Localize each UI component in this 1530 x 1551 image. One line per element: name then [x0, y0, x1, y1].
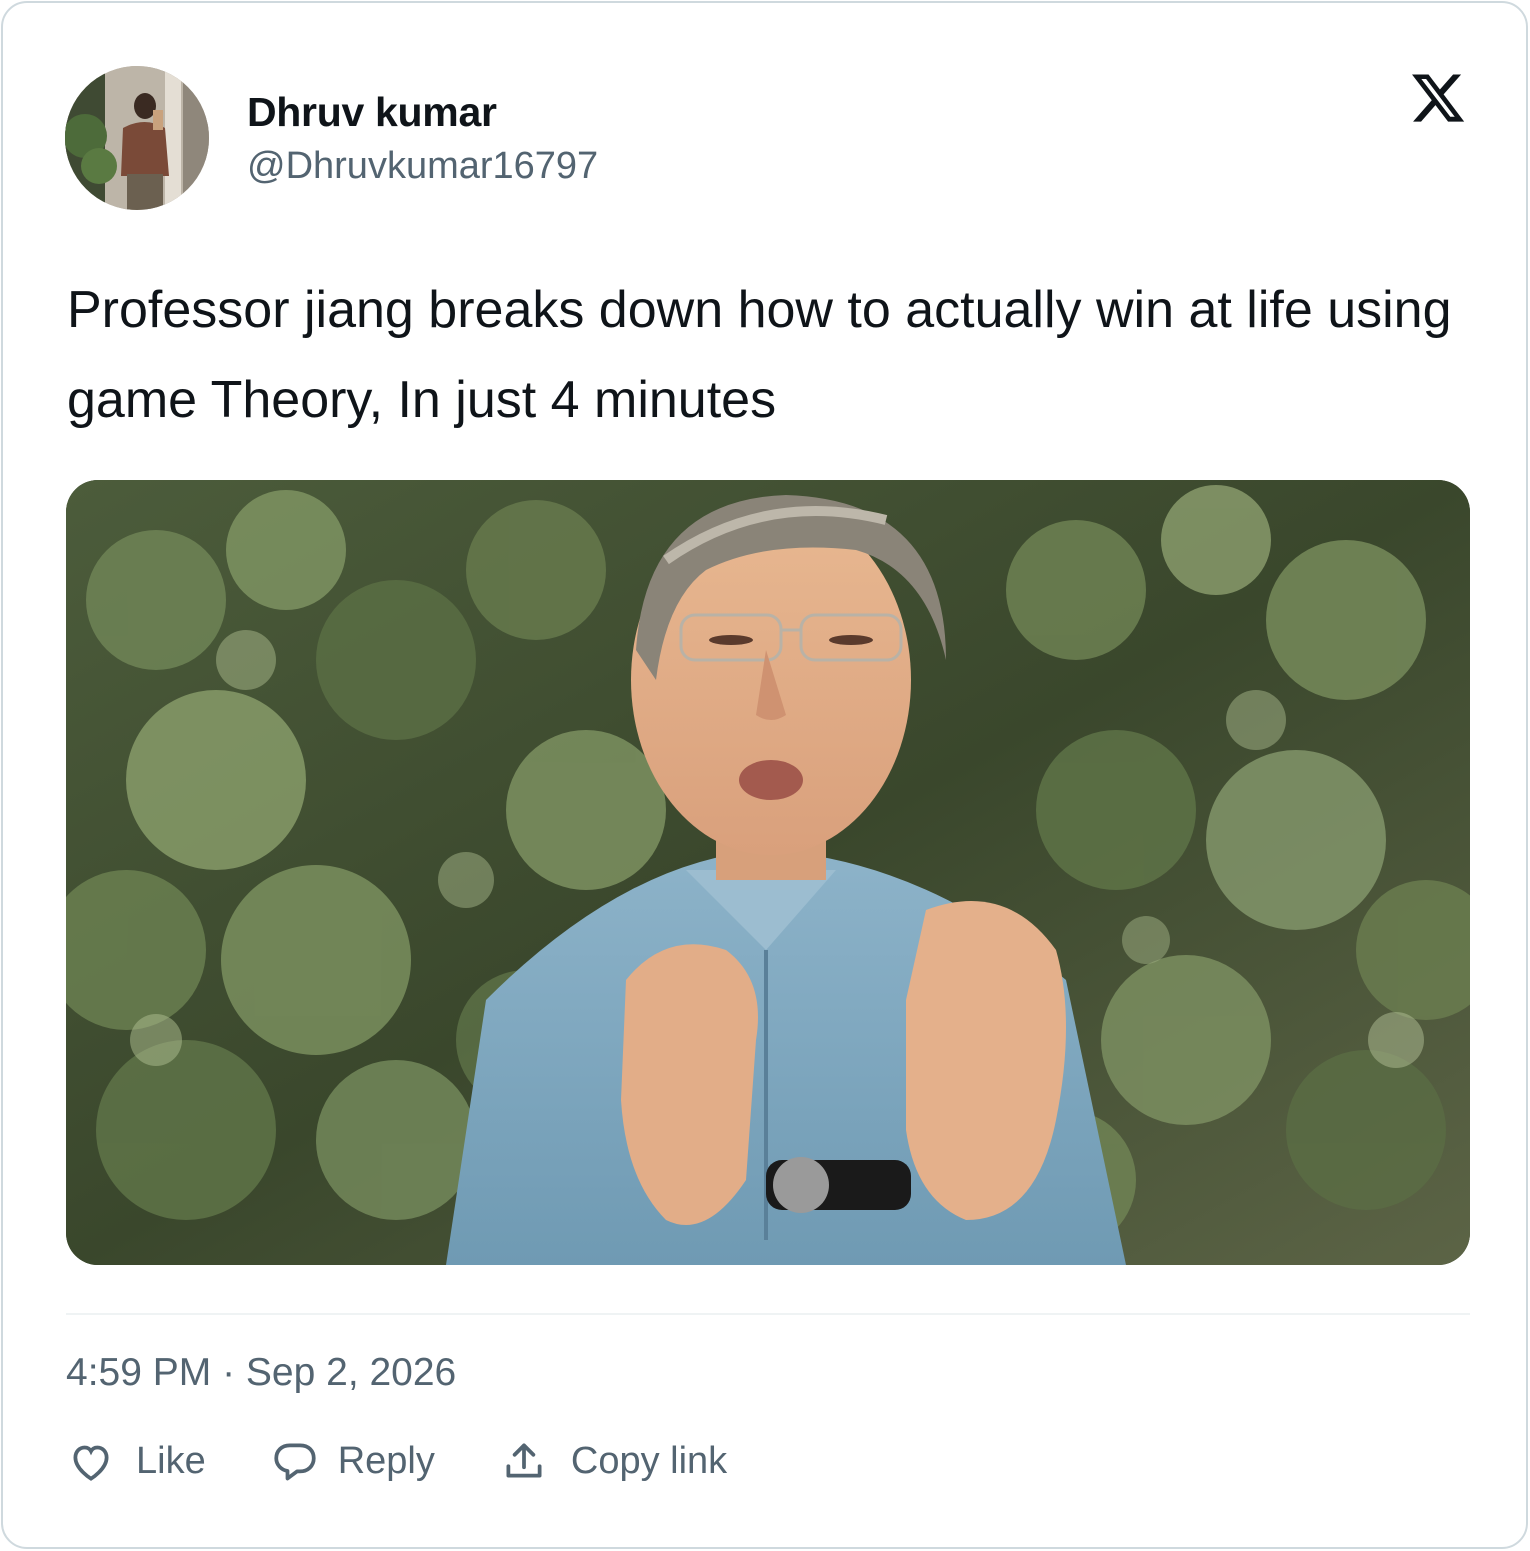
- tweet-card: Dhruv kumar @Dhruvkumar16797 Professor j…: [1, 1, 1528, 1549]
- user-avatar[interactable]: [65, 66, 209, 210]
- tweet-text: Professor jiang breaks down how to actua…: [67, 281, 1452, 429]
- video-frame: [66, 480, 1470, 1265]
- like-button[interactable]: Like: [66, 1436, 206, 1486]
- reply-label: Reply: [337, 1439, 435, 1482]
- reply-bubble-icon: [270, 1436, 320, 1486]
- video-thumbnail[interactable]: [66, 480, 1470, 1265]
- share-upload-icon: [499, 1436, 549, 1486]
- divider: [66, 1313, 1470, 1315]
- reply-button[interactable]: Reply: [270, 1436, 435, 1486]
- copy-link-button[interactable]: Copy link: [499, 1436, 727, 1486]
- tweet-timestamp[interactable]: 4:59 PM · Sep 2, 2026: [66, 1351, 456, 1395]
- copy-link-label: Copy link: [570, 1439, 728, 1482]
- tweet-actions: Like Reply Copy link: [66, 1435, 727, 1487]
- avatar-photo: [65, 66, 209, 210]
- user-handle[interactable]: @Dhruvkumar16797: [247, 145, 598, 188]
- like-label: Like: [136, 1439, 206, 1482]
- x-logo-icon[interactable]: [1409, 69, 1467, 127]
- heart-icon: [66, 1436, 116, 1486]
- display-name[interactable]: Dhruv kumar: [247, 89, 497, 136]
